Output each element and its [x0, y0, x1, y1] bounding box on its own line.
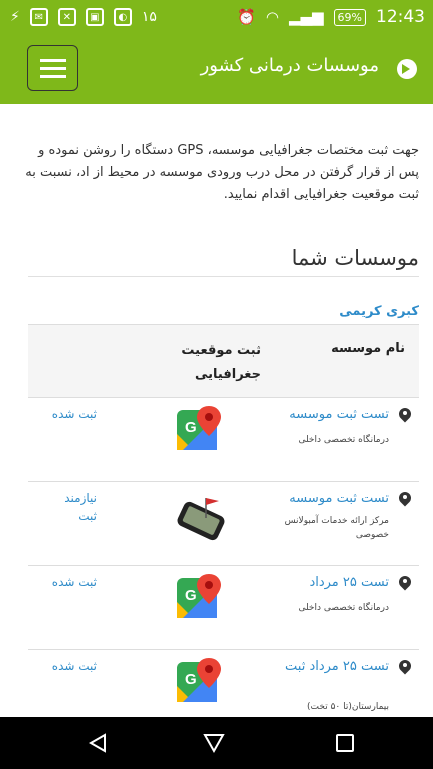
svg-text:G: G [185, 587, 197, 604]
close-notification-icon: ✕ [57, 8, 76, 26]
location-pin-icon [399, 660, 411, 674]
institution-type: مرکز ارائه خدمات آمبولانس خصوصی [284, 516, 389, 540]
app-title: موسسات درمانی کشور [200, 55, 379, 76]
status-link[interactable]: نیازمند ثبت [42, 489, 97, 525]
svg-text:G: G [185, 419, 197, 436]
usb-icon: ⚡ [10, 9, 20, 25]
google-maps-icon[interactable]: G [177, 658, 221, 702]
back-arrow-icon[interactable] [397, 59, 417, 79]
table-row: تست ثبت موسسه درمانگاه تخصصی داخلی G ثبت… [28, 398, 419, 482]
menu-button[interactable] [27, 45, 78, 91]
sim-icon: ▣ [85, 8, 104, 26]
message-icon: ✉ [29, 8, 48, 26]
institution-type: درمانگاه تخصصی داخلی [298, 435, 389, 445]
institution-type: درمانگاه تخصصی داخلی [298, 603, 389, 613]
intro-text: جهت ثبت مختصات جغرافیایی موسسه، GPS دستگ… [25, 143, 419, 202]
table-row: تست ثبت موسسه مرکز ارائه خدمات آمبولانس … [28, 482, 419, 566]
nav-back-icon[interactable] [88, 733, 108, 753]
alarm-icon: ⏰ [237, 8, 256, 26]
app-notification-icon: ◐ [113, 8, 132, 26]
table-header: نام موسسه ثبت موقعیت جغرافیایی [28, 324, 419, 398]
gps-phone-icon[interactable] [175, 494, 231, 544]
system-indicators: ⏰ ◠ ▂▄▆ 69% 12:43 [237, 7, 425, 27]
status-link[interactable]: ثبت شده [42, 657, 97, 675]
notification-count: ۱۵ [141, 9, 157, 25]
location-pin-icon [399, 408, 411, 422]
status-link[interactable]: ثبت شده [42, 573, 97, 591]
google-maps-icon[interactable]: G [177, 406, 221, 450]
institution-type: بیمارستان(تا ۵۰ تخت) [307, 702, 389, 712]
clock: 12:43 [376, 7, 425, 27]
institutions-table: نام موسسه ثبت موقعیت جغرافیایی تست ثبت م… [28, 324, 419, 722]
section-title: موسسات شما [291, 246, 419, 270]
battery-indicator: 69% [333, 8, 366, 26]
header-name: نام موسسه [331, 341, 405, 356]
svg-text:G: G [185, 671, 197, 688]
location-pin-icon [399, 492, 411, 506]
table-row: تست ۲۵ مرداد درمانگاه تخصصی داخلی G ثبت … [28, 566, 419, 650]
signal-icon: ▂▄▆ [288, 8, 324, 26]
owner-name: کبری کریمی [339, 304, 419, 319]
navigation-bar [0, 717, 433, 769]
institution-name[interactable]: تست ۲۵ مرداد ثبت [269, 657, 389, 677]
app-bar: موسسات درمانی کشور [0, 36, 433, 104]
institution-name[interactable]: تست ثبت موسسه [269, 489, 389, 509]
status-bar: ⚡ ✉ ✕ ▣ ◐ ۱۵ ⏰ ◠ ▂▄▆ 69% 12:43 [0, 0, 433, 36]
institution-name[interactable]: تست ۲۵ مرداد [269, 573, 389, 593]
institution-name[interactable]: تست ثبت موسسه [269, 405, 389, 425]
nav-recent-apps-icon[interactable] [336, 734, 354, 752]
table-row: تست ۲۵ مرداد ثبت بیمارستان(تا ۵۰ تخت) G … [28, 650, 419, 722]
wifi-icon: ◠ [265, 8, 279, 26]
notification-icons: ⚡ ✉ ✕ ▣ ◐ ۱۵ [10, 8, 157, 26]
google-maps-icon[interactable]: G [177, 574, 221, 618]
status-link[interactable]: ثبت شده [42, 405, 97, 423]
header-geo: ثبت موقعیت جغرافیایی [181, 343, 261, 382]
nav-home-icon[interactable] [203, 732, 225, 754]
divider [28, 276, 419, 277]
location-pin-icon [399, 576, 411, 590]
